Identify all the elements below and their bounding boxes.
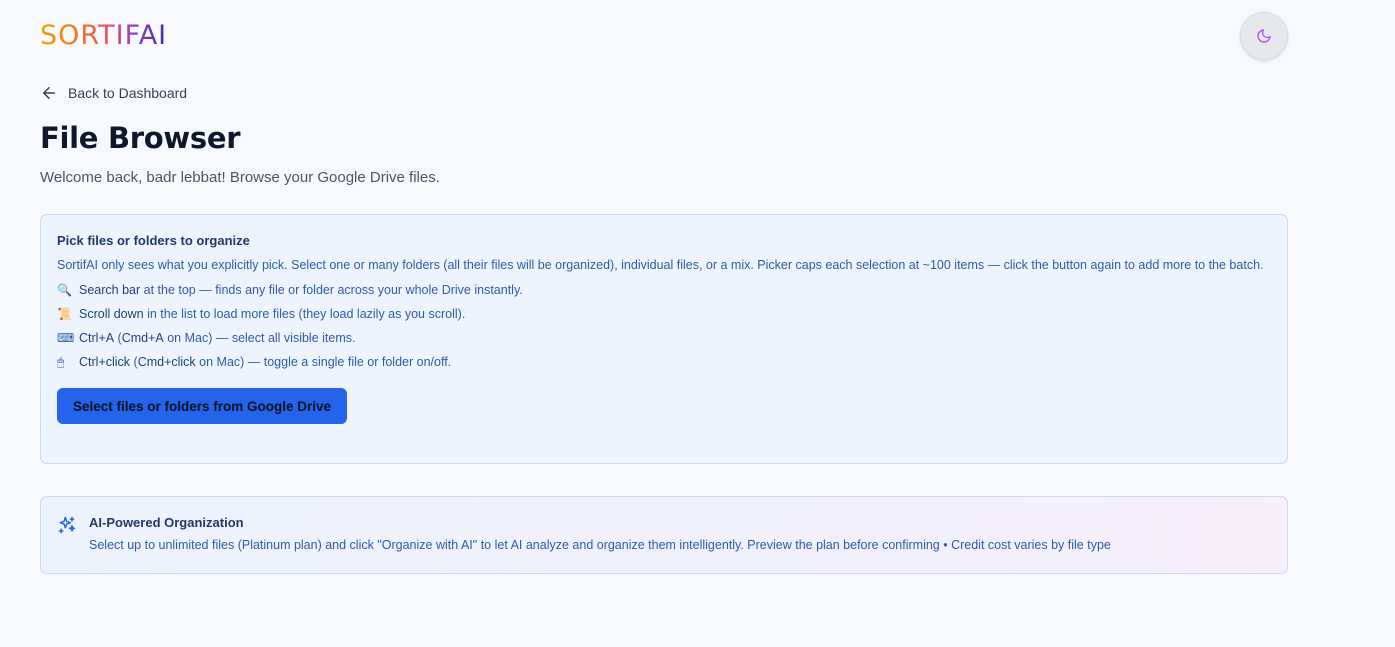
- ai-info-card: AI-Powered Organization Select up to unl…: [40, 496, 1288, 574]
- ai-card-title: AI-Powered Organization: [89, 515, 244, 530]
- app-logo[interactable]: SORTIFAI: [40, 20, 167, 52]
- tip-search: 🔍 Search bar at the top — finds any file…: [57, 278, 1271, 302]
- tip-bold: Ctrl+A: [79, 331, 115, 345]
- picker-card: Pick files or folders to organize Sortif…: [40, 214, 1288, 464]
- tip-bold-mac: Cmd+A: [121, 331, 164, 345]
- sparkles-icon: [57, 515, 77, 535]
- mouse-icon: 🖱: [57, 354, 65, 369]
- magnifier-icon: 🔍: [57, 283, 72, 297]
- back-to-dashboard-link[interactable]: Back to Dashboard: [40, 84, 187, 102]
- tip-text: on Mac) — toggle a single file or folder…: [195, 355, 452, 369]
- ai-card-description: Select up to unlimited files (Platinum p…: [89, 538, 1111, 552]
- moon-icon: [1256, 28, 1272, 44]
- tip-text: on Mac) — select all visible items.: [163, 331, 356, 345]
- arrow-left-icon: [40, 84, 58, 102]
- back-link-label: Back to Dashboard: [68, 85, 188, 101]
- scroll-icon: 📜: [57, 307, 72, 321]
- tip-bold-mac: Cmd+click: [137, 355, 196, 369]
- picker-description: SortifAI only sees what you explicitly p…: [57, 258, 1264, 272]
- theme-toggle-button[interactable]: [1240, 12, 1288, 60]
- tip-text: in the list to load more files (they loa…: [143, 307, 466, 321]
- tip-text: (: [130, 355, 138, 369]
- tip-bold: Search bar: [79, 283, 141, 297]
- page-subtitle: Welcome back, badr lebbat! Browse your G…: [40, 169, 440, 186]
- tip-bold: Ctrl+click: [79, 355, 131, 369]
- tip-select-all: ⌨ Ctrl+A ( Cmd+A on Mac) — select all vi…: [57, 326, 1271, 350]
- tip-text: at the top — finds any file or folder ac…: [140, 283, 523, 297]
- page-title: File Browser: [40, 121, 241, 155]
- keyboard-icon: ⌨: [57, 331, 75, 345]
- tip-scroll: 📜 Scroll down in the list to load more f…: [57, 302, 1271, 326]
- picker-title: Pick files or folders to organize: [57, 233, 250, 248]
- tip-text: (: [114, 331, 122, 345]
- select-from-drive-button[interactable]: Select files or folders from Google Driv…: [57, 388, 348, 424]
- tip-toggle: 🖱 Ctrl+click ( Cmd+click on Mac) — toggl…: [57, 350, 1271, 374]
- tip-bold: Scroll down: [79, 307, 144, 321]
